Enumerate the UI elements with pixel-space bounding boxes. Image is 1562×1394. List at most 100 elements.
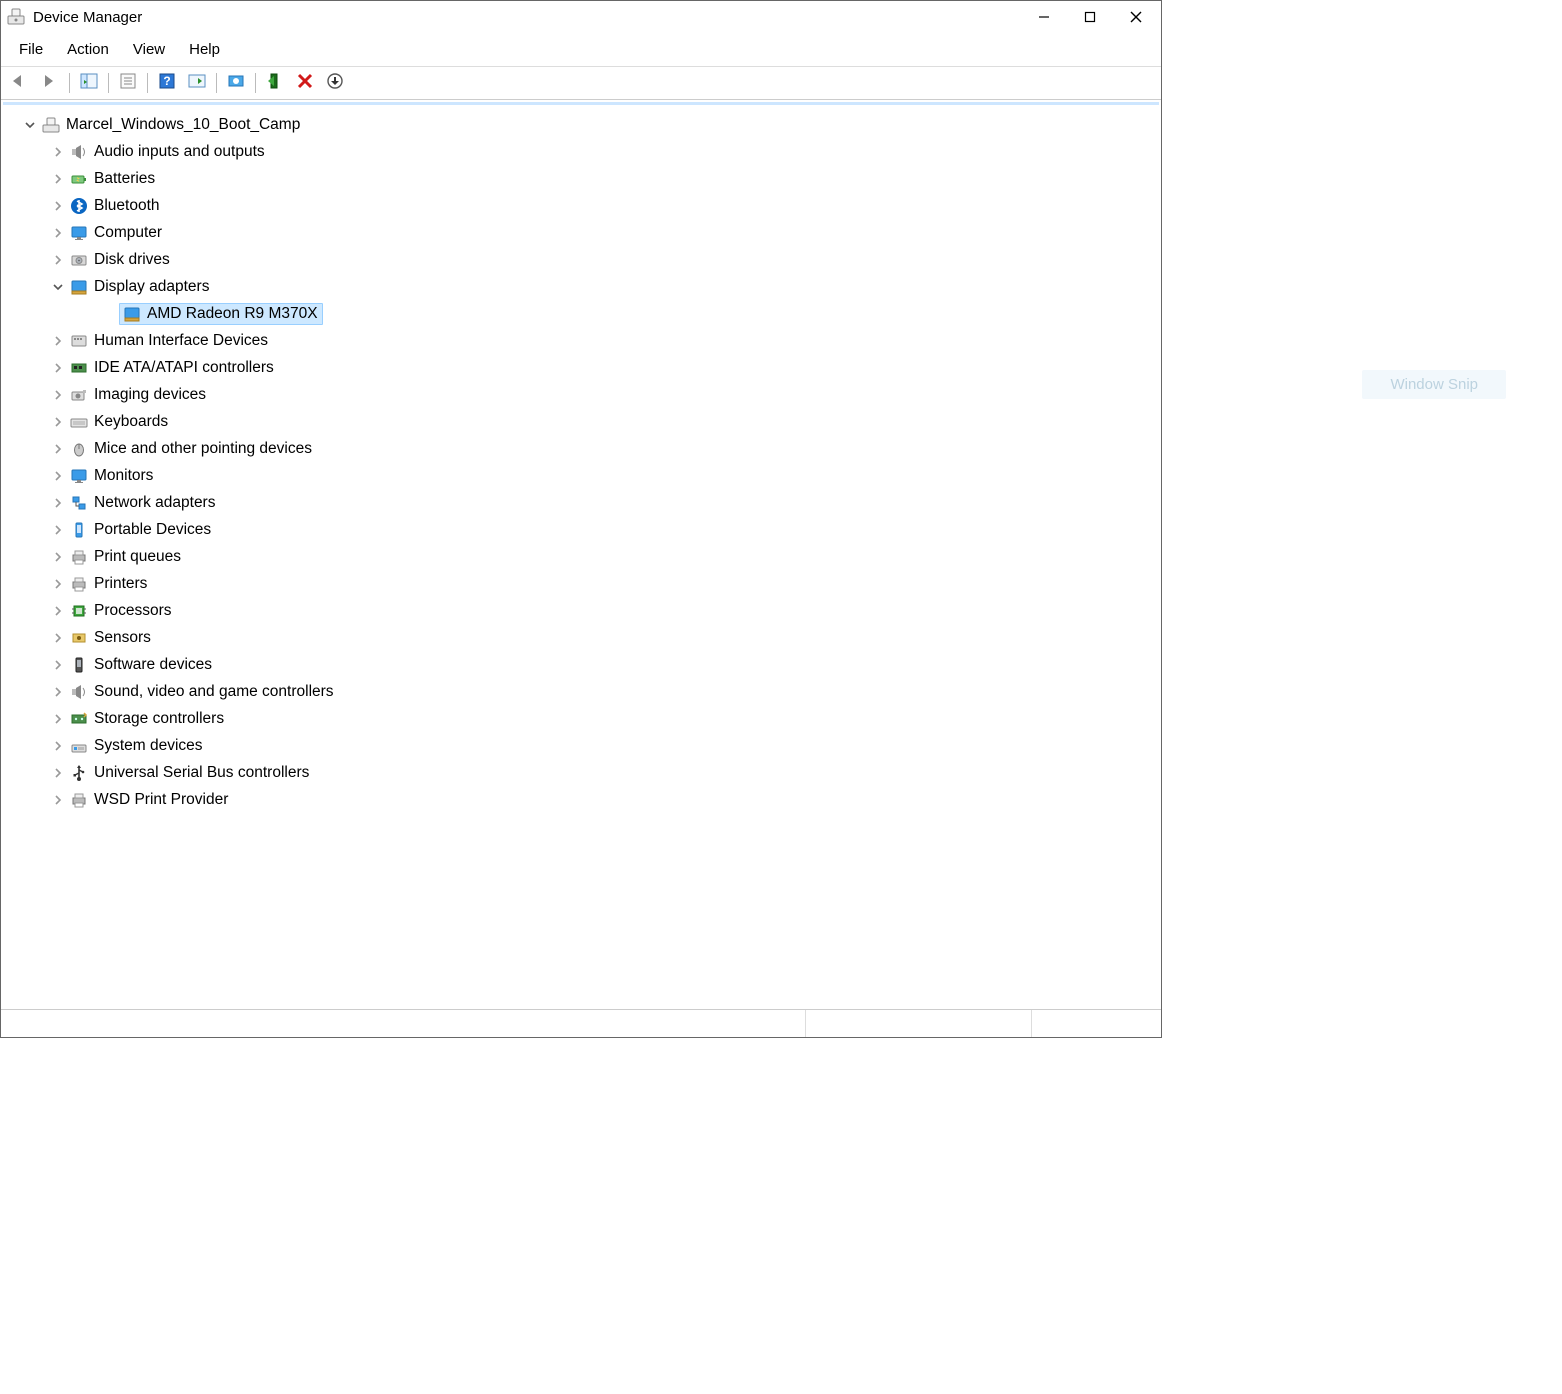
- toolbar-separator: [255, 73, 256, 93]
- maximize-button[interactable]: [1067, 2, 1113, 32]
- tree-expander-icon[interactable]: [49, 683, 67, 701]
- menu-action[interactable]: Action: [57, 37, 119, 62]
- tree-expander-icon[interactable]: [49, 656, 67, 674]
- tree-node[interactable]: Portable Devices: [3, 516, 1159, 543]
- tree-node[interactable]: Human Interface Devices: [3, 327, 1159, 354]
- tree-expander-icon[interactable]: [49, 629, 67, 647]
- tree-expander-icon[interactable]: [49, 386, 67, 404]
- scan-hardware-button[interactable]: [184, 71, 210, 95]
- tree-node[interactable]: Network adapters: [3, 489, 1159, 516]
- tree-node-label: Network adapters: [94, 494, 215, 512]
- tree-expander-icon[interactable]: [49, 413, 67, 431]
- display-adapter-icon: [122, 304, 142, 324]
- tree-node[interactable]: Sound, video and game controllers: [3, 678, 1159, 705]
- tree-node-label: Marcel_Windows_10_Boot_Camp: [66, 116, 300, 134]
- tree-expander-icon[interactable]: [49, 467, 67, 485]
- help-icon: ?: [157, 72, 177, 94]
- tree-node-label: Print queues: [94, 548, 181, 566]
- properties-button[interactable]: [115, 71, 141, 95]
- tree-expander-icon[interactable]: [49, 143, 67, 161]
- tree-node[interactable]: Bluetooth: [3, 192, 1159, 219]
- tree-node[interactable]: Batteries: [3, 165, 1159, 192]
- tree-node-label: AMD Radeon R9 M370X: [147, 305, 318, 323]
- tree-node-label: Software devices: [94, 656, 212, 674]
- battery-icon: [69, 169, 89, 189]
- tree-expander-icon[interactable]: [49, 764, 67, 782]
- uninstall-device-button[interactable]: [292, 71, 318, 95]
- toolbar: ?: [1, 67, 1161, 100]
- tree-node[interactable]: Print queues: [3, 543, 1159, 570]
- tree-expander-icon[interactable]: [49, 791, 67, 809]
- update-driver-button[interactable]: [223, 71, 249, 95]
- tree-expander-icon[interactable]: [49, 278, 67, 296]
- svg-text:?: ?: [163, 74, 170, 88]
- device-tree[interactable]: Marcel_Windows_10_Boot_Camp Audio inputs…: [3, 102, 1159, 1007]
- tree-node-label: Bluetooth: [94, 197, 160, 215]
- tree-node[interactable]: System devices: [3, 732, 1159, 759]
- tree-expander-icon[interactable]: [49, 602, 67, 620]
- tree-node[interactable]: Processors: [3, 597, 1159, 624]
- close-button[interactable]: [1113, 2, 1159, 32]
- tree-expander-icon[interactable]: [49, 575, 67, 593]
- help-button[interactable]: ?: [154, 71, 180, 95]
- tree-node[interactable]: Marcel_Windows_10_Boot_Camp: [3, 111, 1159, 138]
- tree-node[interactable]: Printers: [3, 570, 1159, 597]
- tree-node-label: System devices: [94, 737, 203, 755]
- monitor-icon: [69, 466, 89, 486]
- tree-node[interactable]: Computer: [3, 219, 1159, 246]
- enable-device-icon: [266, 72, 284, 94]
- tree-expander-icon[interactable]: [49, 251, 67, 269]
- show-hidden-devices-button[interactable]: [322, 71, 348, 95]
- tree-node[interactable]: AMD Radeon R9 M370X: [3, 300, 1159, 327]
- menu-help[interactable]: Help: [179, 37, 230, 62]
- tree-expander-icon[interactable]: [49, 224, 67, 242]
- tree-expander-icon[interactable]: [49, 548, 67, 566]
- show-hide-tree-button[interactable]: [76, 71, 102, 95]
- network-icon: [69, 493, 89, 513]
- forward-button[interactable]: [37, 71, 63, 95]
- camera-icon: [69, 385, 89, 405]
- tree-node-label: Batteries: [94, 170, 155, 188]
- minimize-button[interactable]: [1021, 2, 1067, 32]
- tree-node[interactable]: WSD Print Provider: [3, 786, 1159, 813]
- status-bar: [1, 1009, 1161, 1037]
- tree-expander-icon[interactable]: [49, 737, 67, 755]
- tree-expander-icon[interactable]: [49, 170, 67, 188]
- tree-node[interactable]: Display adapters: [3, 273, 1159, 300]
- tree-expander-icon[interactable]: [49, 332, 67, 350]
- tree-expander-icon[interactable]: [49, 440, 67, 458]
- back-button[interactable]: [7, 71, 33, 95]
- update-driver-icon: [226, 72, 246, 94]
- system-device-icon: [69, 736, 89, 756]
- display-adapter-icon: [69, 277, 89, 297]
- tree-expander-icon[interactable]: [49, 710, 67, 728]
- tree-node-label: IDE ATA/ATAPI controllers: [94, 359, 274, 377]
- tree-node[interactable]: Storage controllers: [3, 705, 1159, 732]
- tree-node[interactable]: Monitors: [3, 462, 1159, 489]
- tree-node[interactable]: Software devices: [3, 651, 1159, 678]
- tree-expander-icon[interactable]: [49, 521, 67, 539]
- tree-node[interactable]: Disk drives: [3, 246, 1159, 273]
- tree-node[interactable]: Mice and other pointing devices: [3, 435, 1159, 462]
- tree-node[interactable]: Keyboards: [3, 408, 1159, 435]
- tree-node[interactable]: Universal Serial Bus controllers: [3, 759, 1159, 786]
- tree-node-label: Audio inputs and outputs: [94, 143, 265, 161]
- scan-hardware-icon: [187, 72, 207, 94]
- tree-expander-icon[interactable]: [49, 197, 67, 215]
- menu-file[interactable]: File: [9, 37, 53, 62]
- menu-view[interactable]: View: [123, 37, 175, 62]
- tree-node[interactable]: Imaging devices: [3, 381, 1159, 408]
- tree-expander-icon[interactable]: [49, 494, 67, 512]
- tree-node-label: Computer: [94, 224, 162, 242]
- tree-node[interactable]: Sensors: [3, 624, 1159, 651]
- tree-expander-icon[interactable]: [49, 359, 67, 377]
- tree-expander-icon[interactable]: [21, 116, 39, 134]
- speaker-icon: [69, 682, 89, 702]
- enable-device-button[interactable]: [262, 71, 288, 95]
- tree-node-label: Keyboards: [94, 413, 168, 431]
- show-hide-console-tree-icon: [79, 72, 99, 94]
- tree-node-label: Storage controllers: [94, 710, 224, 728]
- tree-node-label: Imaging devices: [94, 386, 206, 404]
- tree-node[interactable]: Audio inputs and outputs: [3, 138, 1159, 165]
- tree-node[interactable]: IDE ATA/ATAPI controllers: [3, 354, 1159, 381]
